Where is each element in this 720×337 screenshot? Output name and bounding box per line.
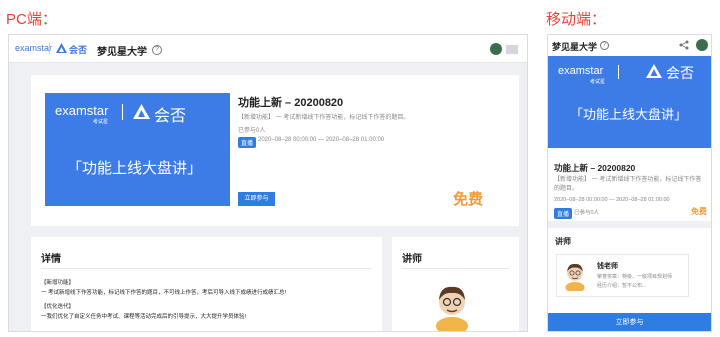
banner-divider <box>122 104 123 120</box>
mobile-course-time: 2020–08–28 00:00:00 — 2020–08–28 01:00:0… <box>554 197 670 203</box>
mobile-section-divider <box>548 221 711 228</box>
mobile-banner-divider <box>618 65 619 79</box>
status-badge: 直播 <box>238 137 257 148</box>
detail-line-1: 【新增功能】 <box>41 280 75 286</box>
mobile-user-avatar[interactable] <box>696 39 708 51</box>
mobile-teacher-heading: 讲师 <box>555 237 571 246</box>
mobile-banner-hq: 会否 <box>666 65 694 81</box>
teacher-heading: 讲师 <box>402 254 422 265</box>
info-icon[interactable]: ? <box>152 45 162 55</box>
mobile-banner-huifou-icon <box>646 64 662 78</box>
mobile-teacher-name: 钱老师 <box>597 263 618 270</box>
mobile-banner-brand: examstar <box>558 65 604 77</box>
teacher-avatar-icon <box>436 286 468 331</box>
mobile-preview: 梦见星大学 ? examstar 考试星 会否 「功能上线大盘讲」 功能上新 –… <box>547 34 712 332</box>
mobile-course-description: 【新增功能】 一 考试新增线下作答功能，标记线下作答的题目。 <box>554 177 702 192</box>
course-time: 2020–08–28 00:00:00 — 2020–08–28 01:00:0… <box>258 137 385 143</box>
participant-count: 已参与0人 <box>238 128 266 134</box>
logo-divider <box>49 43 50 54</box>
detail-heading: 详情 <box>41 254 61 265</box>
examstar-logo: examstar <box>15 43 53 53</box>
university-name[interactable]: 梦见星大学 <box>97 43 147 58</box>
detail-line-2: 一 考试新增线下作答功能，标记线下作答的题目，不可线上作答，考后可导入线下成绩进… <box>41 290 287 296</box>
mobile-teacher-bio-1: 荣誉奖章：特级、一级项目规划师 <box>597 274 673 280</box>
mobile-teacher-card[interactable]: 钱老师 荣誉奖章：特级、一级项目规划师 经历介绍：暂不公布... <box>556 254 689 297</box>
mobile-teacher-avatar-icon <box>565 263 585 291</box>
mobile-participant-count: 已参与0人 <box>574 210 600 216</box>
banner-brand-sub: 考试星 <box>93 119 109 125</box>
detail-divider <box>41 268 372 269</box>
mobile-price-label: 免费 <box>691 207 707 216</box>
course-title: 功能上新 – 20200820 <box>238 97 344 109</box>
share-icon[interactable] <box>679 40 689 50</box>
pc-section-label: PC端： <box>6 11 57 28</box>
course-description: 【新增功能】 一 考试新增线下作答功能，标记线下作答的题目。 <box>238 115 410 121</box>
mobile-banner-brand-sub: 考试星 <box>590 79 606 85</box>
mobile-info-icon[interactable]: ? <box>600 41 609 50</box>
detail-line-4: 一我们优化了自定义任务中考试、课程等活动完成后的引导提示，大大提升学员体验! <box>41 314 247 320</box>
banner-hq: 会否 <box>154 108 187 125</box>
mobile-section-label: 移动端： <box>546 11 607 28</box>
huifou-logo-text: 会否 <box>69 45 88 55</box>
detail-panel: 详情 【新增功能】 一 考试新增线下作答功能，标记线下作答的题目，不可线上作答，… <box>31 237 382 331</box>
mobile-university-name[interactable]: 梦见星大学 <box>552 40 597 53</box>
mobile-teacher-bio-2: 经历介绍：暂不公布... <box>597 283 647 289</box>
huifou-logo-icon <box>56 43 67 53</box>
mobile-course-title: 功能上新 – 20200820 <box>554 163 636 173</box>
user-menu-placeholder[interactable] <box>506 45 518 54</box>
mobile-status-badge: 直播 <box>554 208 573 219</box>
mobile-join-button[interactable]: 立即参与 <box>548 313 711 331</box>
course-banner: examstar 考试星 会否 「功能上线大盘讲」 <box>45 93 230 206</box>
mobile-banner-title: 「功能上线大盘讲」 <box>570 107 688 122</box>
teacher-panel: 讲师 <box>392 237 519 331</box>
banner-brand: examstar <box>55 103 109 118</box>
mobile-course-banner: examstar 考试星 会否 「功能上线大盘讲」 <box>548 56 711 148</box>
banner-title: 「功能上线大盘讲」 <box>67 160 203 177</box>
detail-line-3: 【优化迭代】 <box>41 304 75 310</box>
banner-huifou-icon <box>133 104 150 119</box>
pc-preview: examstar 会否 梦见星大学 ? examstar 考试星 会否 「功能上… <box>8 34 528 332</box>
price-label: 免费 <box>453 191 484 208</box>
pc-header: examstar 会否 梦见星大学 ? <box>9 35 527 63</box>
join-button[interactable]: 立即参与 <box>238 192 275 206</box>
teacher-divider <box>402 268 509 269</box>
user-avatar[interactable] <box>490 43 502 55</box>
